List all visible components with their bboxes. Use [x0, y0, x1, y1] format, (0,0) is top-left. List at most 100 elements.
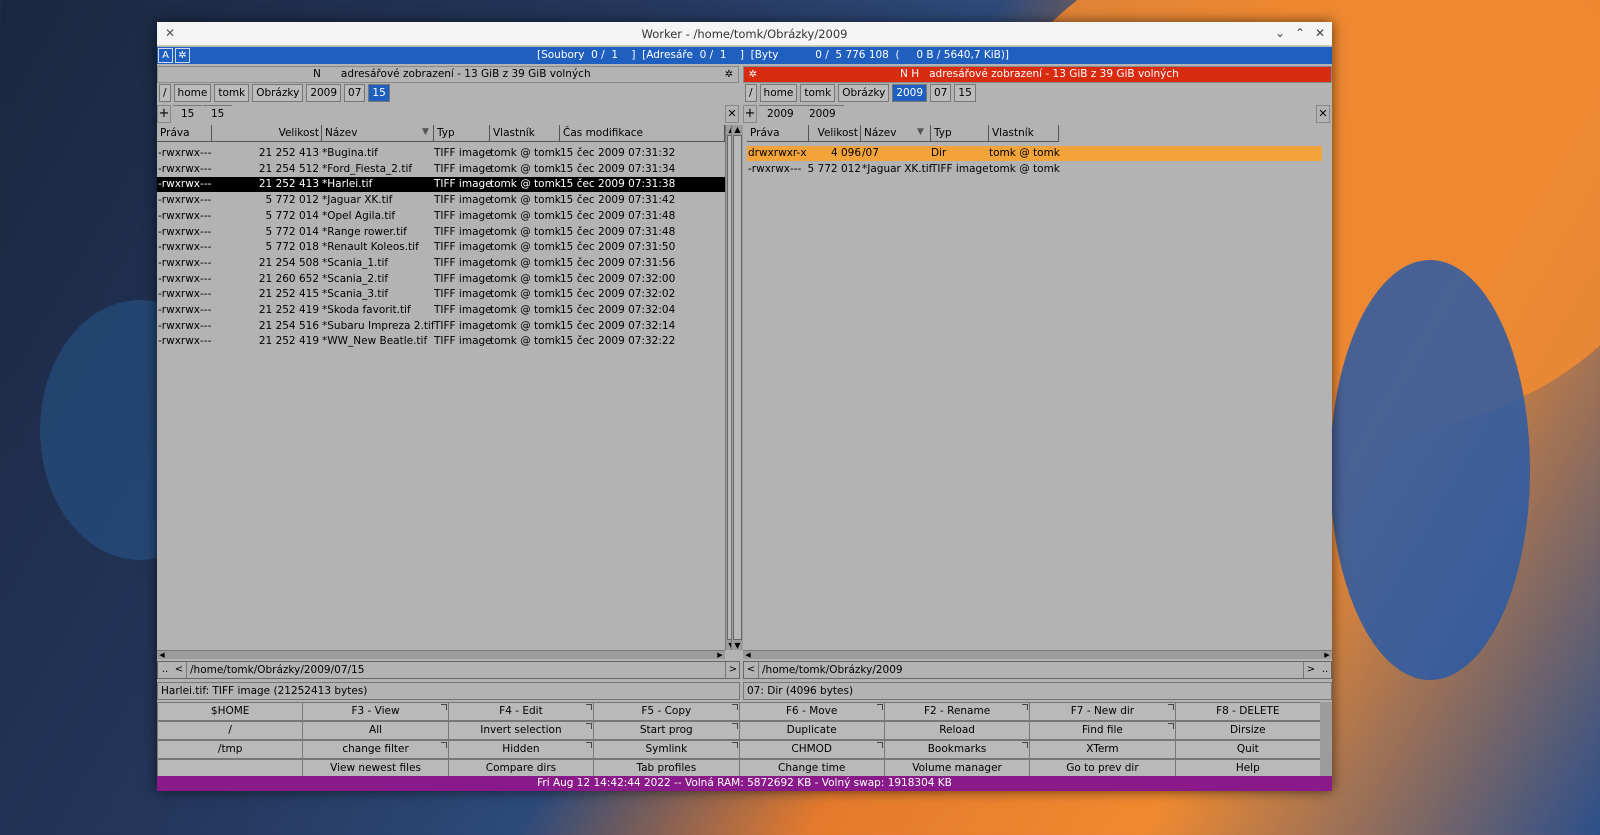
file-row[interactable]: -rwxrwx--- 21 254 512 *Ford_Fiesta_2.tif TI…: [157, 162, 725, 177]
file-row[interactable]: -rwxrwx--- 5 772 012 *Jaguar XK.tif TIFF im…: [747, 162, 1322, 177]
left-back-button[interactable]: <: [172, 662, 186, 678]
left-add-tab-button[interactable]: +: [157, 105, 171, 123]
left-tab-2[interactable]: 15: [203, 105, 233, 123]
file-row[interactable]: -rwxrwx--- 21 254 516 *Subaru Impreza 2.ti…: [157, 319, 725, 334]
file-row[interactable]: -rwxrwx--- 21 252 415 *Scania_3.tif TIFF im…: [157, 287, 725, 302]
button-f3-view[interactable]: F3 - View: [302, 702, 449, 721]
breadcrumb-tomk[interactable]: tomk: [800, 84, 836, 102]
button-all[interactable]: All: [302, 721, 449, 740]
file-row[interactable]: -rwxrwx--- 21 252 413 *Bugina.tif TIFF imag…: [157, 146, 725, 161]
file-row[interactable]: -rwxrwx--- 21 254 508 *Scania_1.tif TIFF im…: [157, 256, 725, 271]
right-vscrollbar[interactable]: ▲ ▼: [731, 125, 743, 650]
scroll-up-icon[interactable]: ▲: [732, 125, 743, 134]
breadcrumb-root[interactable]: /: [159, 84, 171, 102]
column-header-4[interactable]: Vlastník: [989, 125, 1059, 142]
right-close-tab-icon[interactable]: ✕: [1316, 105, 1330, 123]
left-hscrollbar[interactable]: ◀ ▶: [157, 650, 725, 659]
breadcrumb-07[interactable]: 07: [344, 84, 366, 102]
file-row[interactable]: drwxrwxr-x 4 096/07 Dir tomk @ tomk: [747, 146, 1322, 161]
button-duplicate[interactable]: Duplicate: [738, 721, 885, 740]
button-hidden[interactable]: Hidden: [447, 740, 595, 759]
button-change-filter[interactable]: change filter: [302, 740, 449, 759]
button-start-prog[interactable]: Start prog: [593, 721, 740, 740]
right-file-list[interactable]: Práva Velikost Název ▼ Typ Vlastník drwxrwxr-x…: [743, 125, 1332, 651]
breadcrumb-tomk[interactable]: tomk: [214, 84, 250, 102]
scroll-right-icon[interactable]: ▶: [715, 651, 725, 659]
column-header-5[interactable]: Čas modifikace: [560, 125, 725, 142]
right-parent-button[interactable]: ..: [1318, 662, 1332, 678]
gear-icon[interactable]: ✲: [175, 48, 190, 63]
button-quit[interactable]: Quit: [1174, 740, 1321, 759]
left-close-tab-icon[interactable]: ✕: [725, 105, 739, 123]
maximize-icon[interactable]: ⌃: [1292, 25, 1308, 41]
right-panel-header[interactable]: ✲ N H adresářové zobrazení - 13 GiB z 39…: [743, 66, 1332, 83]
close-icon[interactable]: ✕: [1312, 25, 1328, 41]
file-row[interactable]: -rwxrwx--- 21 260 652 *Scania_2.tif TIFF im…: [157, 272, 725, 287]
button-root[interactable]: /: [157, 721, 304, 740]
scroll-left-icon[interactable]: ◀: [157, 651, 167, 659]
file-row[interactable]: -rwxrwx--- 5 772 012 *Jaguar XK.tif TIFF im…: [157, 193, 725, 208]
column-header-0[interactable]: Práva: [157, 125, 212, 142]
button-dirsize[interactable]: Dirsize: [1174, 721, 1321, 740]
button-home[interactable]: $HOME: [157, 702, 304, 721]
breadcrumb-2009[interactable]: 2009: [892, 84, 928, 102]
button-reload[interactable]: Reload: [883, 721, 1031, 740]
scroll-down-icon[interactable]: ▼: [732, 641, 743, 650]
button-find-file[interactable]: Find file: [1029, 721, 1176, 740]
button-symlink[interactable]: Symlink: [593, 740, 740, 759]
column-header-1[interactable]: Velikost: [212, 125, 322, 142]
breadcrumb-15[interactable]: 15: [368, 84, 390, 102]
breadcrumb-root[interactable]: /: [745, 84, 757, 102]
scroll-left-icon[interactable]: ◀: [743, 651, 753, 659]
button-chmod[interactable]: CHMOD: [738, 740, 885, 759]
left-gear-icon[interactable]: ✲: [722, 67, 736, 82]
button-tmp[interactable]: /tmp: [157, 740, 304, 759]
column-header-4[interactable]: Vlastník: [490, 125, 560, 142]
button-invert-selection[interactable]: Invert selection: [447, 721, 595, 740]
right-add-tab-button[interactable]: +: [743, 105, 757, 123]
right-gear-icon[interactable]: ✲: [746, 67, 760, 82]
button-f4-edit[interactable]: F4 - Edit: [447, 702, 595, 721]
left-path-input[interactable]: /home/tomk/Obrázky/2009/07/15: [186, 662, 726, 678]
right-path-input[interactable]: /home/tomk/Obrázky/2009: [758, 662, 1304, 678]
column-header-3[interactable]: Typ: [434, 125, 490, 142]
breadcrumb-obrázky[interactable]: Obrázky: [252, 84, 304, 102]
right-tab-2[interactable]: 2009: [801, 105, 844, 123]
left-file-list[interactable]: Práva Velikost Název ▼ Typ Vlastník Čas modifi…: [157, 125, 725, 651]
button-f8-delete[interactable]: F8 - DELETE: [1174, 702, 1321, 721]
left-parent-button[interactable]: ..: [158, 662, 172, 678]
right-hscrollbar[interactable]: ◀ ▶: [743, 650, 1332, 659]
scroll-right-icon[interactable]: ▶: [1322, 651, 1332, 659]
left-forward-button[interactable]: >: [726, 662, 740, 678]
column-header-2[interactable]: Název: [322, 125, 434, 142]
left-tab-1[interactable]: 15: [173, 105, 203, 123]
breadcrumb-obrázky[interactable]: Obrázky: [838, 84, 890, 102]
file-row[interactable]: -rwxrwx--- 21 252 419 *Skoda favorit.tif TI…: [157, 303, 725, 318]
button-f2-rename[interactable]: F2 - Rename: [883, 702, 1031, 721]
scroll-thumb[interactable]: [733, 135, 742, 640]
file-row[interactable]: -rwxrwx--- 21 252 419 *WW_New Beatle.tif TI…: [157, 334, 725, 349]
column-header-3[interactable]: Typ: [931, 125, 989, 142]
column-header-0[interactable]: Práva: [747, 125, 809, 142]
minimize-icon[interactable]: ⌄: [1272, 25, 1288, 41]
button-bookmarks[interactable]: Bookmarks: [883, 740, 1031, 759]
button-f5-copy[interactable]: F5 - Copy: [593, 702, 740, 721]
right-tab-1[interactable]: 2009: [759, 105, 802, 123]
file-row[interactable]: -rwxrwx--- 5 772 014 *Range rower.tif TIFF …: [157, 225, 725, 240]
breadcrumb-home[interactable]: home: [759, 84, 798, 102]
button-xterm[interactable]: XTerm: [1029, 740, 1176, 759]
button-scrollbar[interactable]: [1320, 702, 1332, 778]
right-forward-button[interactable]: >: [1304, 662, 1318, 678]
left-panel-header[interactable]: N adresářové zobrazení - 13 GiB z 39 GiB…: [157, 66, 739, 83]
a-button[interactable]: A: [158, 48, 173, 63]
button-f6-move[interactable]: F6 - Move: [738, 702, 885, 721]
right-back-button[interactable]: <: [744, 662, 758, 678]
breadcrumb-home[interactable]: home: [173, 84, 212, 102]
button-f7-new-dir[interactable]: F7 - New dir: [1029, 702, 1176, 721]
column-header-1[interactable]: Velikost: [809, 125, 861, 142]
file-row[interactable]: -rwxrwx--- 21 252 413 *Harlei.tif TIFF imag…: [157, 177, 725, 193]
breadcrumb-07[interactable]: 07: [930, 84, 952, 102]
file-row[interactable]: -rwxrwx--- 5 772 014 *Opel Agila.tif TIFF i…: [157, 209, 725, 224]
breadcrumb-15[interactable]: 15: [954, 84, 976, 102]
file-row[interactable]: -rwxrwx--- 5 772 018 *Renault Koleos.tif TI…: [157, 240, 725, 255]
